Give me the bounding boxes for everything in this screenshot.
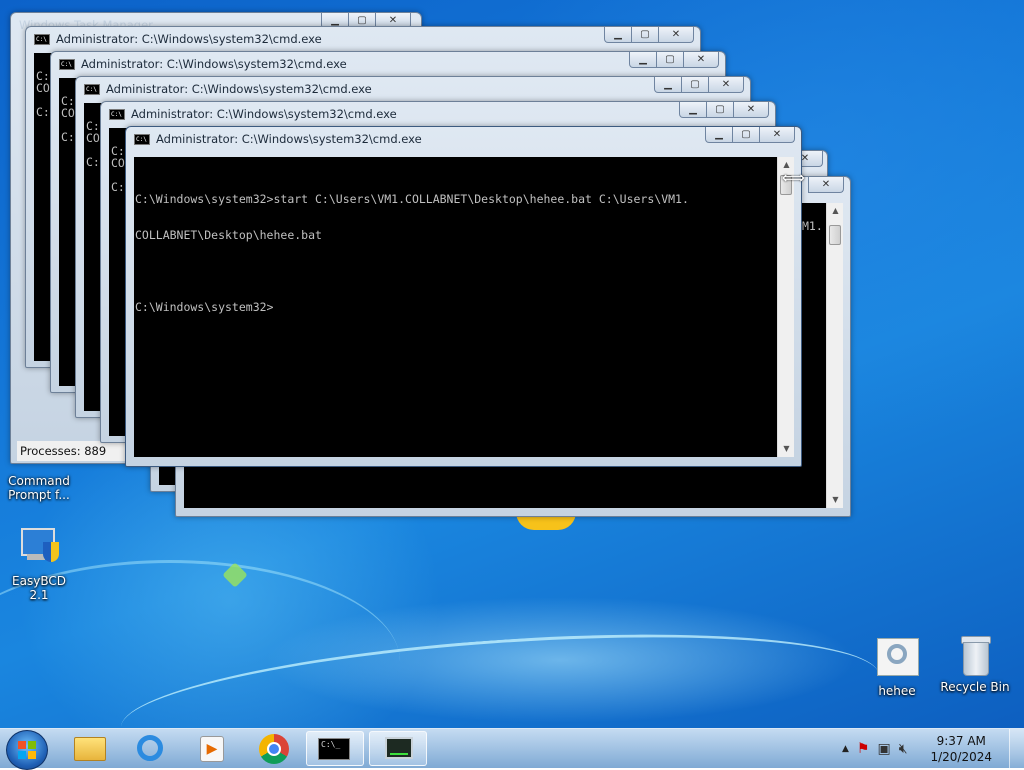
cmd-console[interactable]: C:\Windows\system32>start C:\Users\VM1.C…: [134, 157, 777, 457]
window-controls: ✕: [808, 177, 844, 193]
maximize-button[interactable]: ▢: [681, 77, 709, 93]
taskbar-task-manager[interactable]: [369, 731, 427, 766]
close-button[interactable]: ✕: [683, 52, 719, 68]
close-button[interactable]: ✕: [708, 77, 744, 93]
media-player-icon: ▶: [200, 736, 224, 762]
cmd-icon: C:\: [109, 108, 125, 120]
system-tray: ▲ ⚑ ▣ 🔇︎: [842, 729, 908, 769]
console-text-fragment: CO: [36, 81, 50, 95]
cmd-icon: C:\: [134, 133, 150, 145]
console-text-fragment: C:: [86, 155, 100, 169]
console-text-fragment: C:: [36, 105, 50, 119]
cmd-icon: C:\: [59, 58, 75, 70]
console-text-fragment: C:: [61, 130, 75, 144]
console-line: C:\Windows\system32>start C:\Users\VM1.C…: [135, 192, 689, 206]
start-button[interactable]: [6, 730, 48, 770]
close-button[interactable]: ✕: [759, 127, 795, 143]
internet-explorer-icon: [137, 735, 163, 761]
desktop-icon-command-prompt[interactable]: Command Prompt f...: [2, 474, 76, 502]
clock-time: 9:37 AM: [936, 734, 986, 748]
window-title: C:\ Administrator: C:\Windows\system32\cm…: [34, 32, 322, 46]
desktop-icon-label: Command Prompt f...: [8, 474, 70, 502]
console-text-fragment: CO: [111, 156, 125, 170]
taskbar-explorer[interactable]: [60, 731, 118, 766]
window-controls: ▁ ▢ ✕: [654, 77, 744, 93]
desktop[interactable]: Command Prompt f... EasyBCD 2.1 hehee Re…: [0, 0, 1024, 728]
close-button[interactable]: ✕: [658, 27, 694, 43]
system-clock[interactable]: 9:37 AM 1/20/2024: [930, 733, 992, 765]
console-scrollbar[interactable]: ▲ ▼: [777, 157, 794, 457]
close-button[interactable]: ✕: [808, 177, 844, 193]
console-text-fragment: CO: [61, 106, 75, 120]
window-controls: ▁ ▢ ✕: [604, 27, 694, 43]
scroll-down-arrow[interactable]: ▼: [827, 492, 844, 508]
maximize-button[interactable]: ▢: [706, 102, 734, 118]
show-desktop-button[interactable]: [1009, 729, 1024, 769]
taskbar-cmd[interactable]: C:\_: [306, 731, 364, 766]
batch-file-icon: [875, 636, 919, 680]
maximize-button[interactable]: ▢: [631, 27, 659, 43]
desktop-icon-label: Recycle Bin: [940, 680, 1010, 694]
resize-cursor-icon: ⟺: [782, 168, 805, 187]
window-title: C:\ Administrator: C:\Windows\system32\cm…: [109, 107, 397, 121]
window-controls: ▁ ▢ ✕: [629, 52, 719, 68]
desktop-icon-label: EasyBCD 2.1: [12, 574, 66, 602]
taskbar-chrome[interactable]: [245, 731, 303, 766]
minimize-button[interactable]: ▁: [705, 127, 733, 143]
minimize-button[interactable]: ▁: [604, 27, 632, 43]
active-cmd-window[interactable]: C:\ Administrator: C:\Windows\system32\cm…: [125, 126, 802, 467]
show-hidden-icons-icon[interactable]: ▲: [842, 744, 849, 754]
console-text-fragment: M1.: [802, 219, 823, 233]
window-controls: ▁ ▢ ✕: [679, 102, 769, 118]
folder-icon: [74, 737, 106, 761]
volume-muted-icon[interactable]: 🔇︎: [899, 741, 908, 757]
desktop-icon-hehee[interactable]: hehee: [860, 636, 934, 698]
cmd-icon: C:\: [34, 33, 50, 45]
console-prompt: C:\Windows\system32>: [135, 300, 274, 314]
desktop-icon-recycle-bin[interactable]: Recycle Bin: [938, 632, 1012, 694]
close-button[interactable]: ✕: [733, 102, 769, 118]
console-text-fragment: CO: [86, 131, 100, 145]
window-title: C:\ Administrator: C:\Windows\system32\cm…: [134, 132, 422, 146]
minimize-button[interactable]: ▁: [629, 52, 657, 68]
network-icon[interactable]: ▣: [877, 741, 890, 757]
clock-date: 1/20/2024: [930, 750, 992, 764]
windows-logo-icon: [18, 741, 36, 759]
scroll-thumb[interactable]: [829, 225, 841, 245]
minimize-button[interactable]: ▁: [679, 102, 707, 118]
minimize-button[interactable]: ▁: [654, 77, 682, 93]
chrome-icon: [259, 734, 289, 764]
desktop-icon-label: hehee: [878, 684, 916, 698]
task-manager-icon: [385, 737, 413, 759]
taskbar: ▶ C:\_ ▲ ⚑ ▣ 🔇︎ 9:37 AM 1/20/2024: [0, 728, 1024, 770]
scroll-up-arrow[interactable]: ▲: [827, 203, 844, 219]
taskbar-internet-explorer[interactable]: [122, 731, 180, 766]
taskbar-media-player[interactable]: ▶: [182, 731, 240, 766]
maximize-button[interactable]: ▢: [732, 127, 760, 143]
desktop-icon-easybcd[interactable]: EasyBCD 2.1: [2, 526, 76, 602]
window-title: C:\ Administrator: C:\Windows\system32\cm…: [59, 57, 347, 71]
console-line: COLLABNET\Desktop\hehee.bat: [135, 228, 322, 242]
action-center-icon[interactable]: ⚑: [857, 741, 870, 757]
recycle-bin-icon: [953, 632, 997, 676]
cmd-icon: C:\_: [318, 738, 350, 760]
maximize-button[interactable]: ▢: [656, 52, 684, 68]
window-controls: ▁ ▢ ✕: [705, 127, 795, 143]
task-manager-status: Processes: 889: [20, 444, 107, 458]
scroll-down-arrow[interactable]: ▼: [778, 441, 795, 457]
console-scrollbar[interactable]: ▲ ▼: [826, 203, 843, 508]
window-title: C:\ Administrator: C:\Windows\system32\cm…: [84, 82, 372, 96]
console-text-fragment: C:: [111, 180, 125, 194]
cmd-icon: C:\: [84, 83, 100, 95]
easybcd-icon: [17, 526, 61, 570]
